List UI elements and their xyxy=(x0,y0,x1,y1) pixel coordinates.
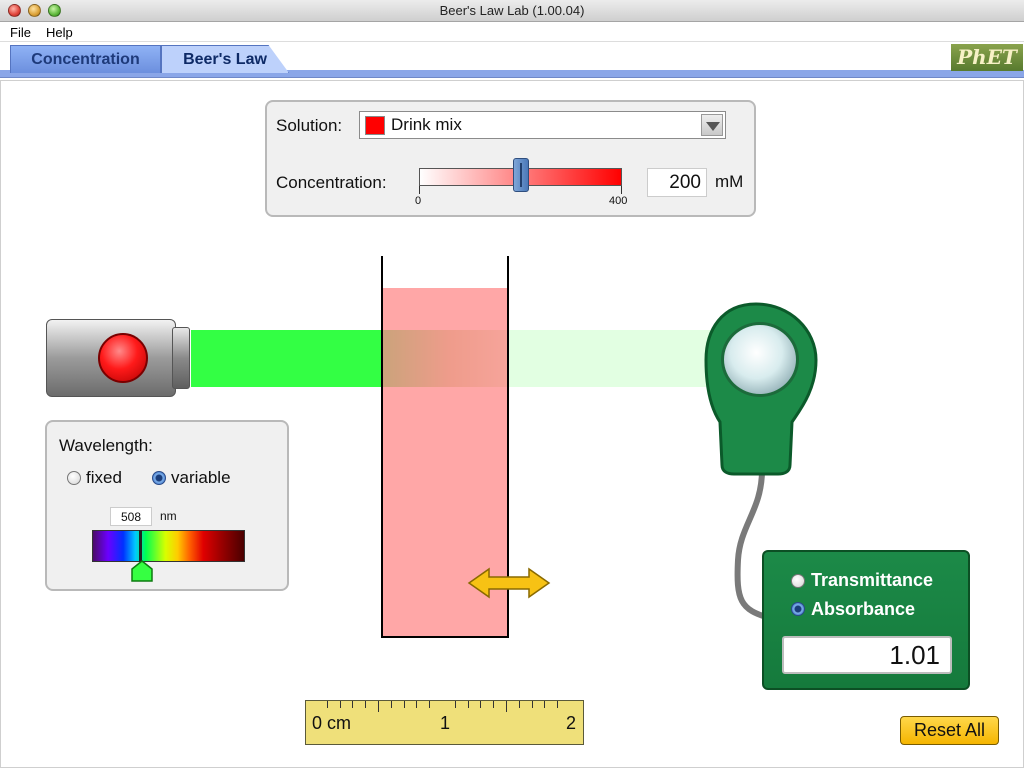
radio-absorbance[interactable] xyxy=(791,602,805,616)
fixed-label[interactable]: fixed xyxy=(86,468,122,488)
window-title-bar: Beer's Law Lab (1.00.04) xyxy=(0,0,1024,22)
wavelength-title: Wavelength: xyxy=(59,436,153,455)
light-source-nozzle xyxy=(172,327,190,389)
ruler-tick xyxy=(352,701,354,708)
ruler-label-2: 2 xyxy=(566,713,577,733)
meter-panel: Transmittance Absorbance 1.01 xyxy=(762,550,970,690)
ruler-tick xyxy=(480,701,482,708)
transmittance-label[interactable]: Transmittance xyxy=(811,570,933,591)
solution-label: Solution: xyxy=(276,116,343,135)
ruler-tick xyxy=(378,701,379,712)
wavelength-value-field[interactable]: 508 xyxy=(110,507,152,526)
light-on-button[interactable] xyxy=(98,333,148,383)
cuvette-width-drag-arrow-icon[interactable] xyxy=(467,567,551,599)
ruler-tick xyxy=(467,701,469,708)
concentration-label: Concentration: xyxy=(276,173,387,192)
variable-label[interactable]: variable xyxy=(171,468,231,488)
cuvette-bottom xyxy=(381,636,509,638)
ruler-tick xyxy=(557,701,559,708)
meter-readout: 1.01 xyxy=(782,636,952,674)
absorbance-label[interactable]: Absorbance xyxy=(811,599,915,620)
ruler[interactable]: 0 cm 1 2 xyxy=(305,700,584,745)
wavelength-spectrum-slider[interactable] xyxy=(92,530,245,562)
ruler-tick xyxy=(390,701,392,708)
ruler-tick xyxy=(339,701,341,708)
reset-all-button[interactable]: Reset All xyxy=(900,716,999,745)
concentration-units: mM xyxy=(715,172,744,191)
ruler-tick xyxy=(518,701,520,708)
ruler-tick xyxy=(326,701,328,708)
ruler-label-1: 1 xyxy=(440,713,451,733)
slider-max-label: 400 xyxy=(609,195,628,207)
light-source xyxy=(46,319,192,397)
menu-file[interactable]: File xyxy=(10,25,31,40)
ruler-tick xyxy=(493,701,495,708)
solution-dropdown[interactable]: Drink mix xyxy=(359,111,726,139)
light-beam-incident xyxy=(191,330,381,387)
ruler-tick xyxy=(403,701,405,708)
window-title: Beer's Law Lab (1.00.04) xyxy=(439,3,585,18)
phet-logo[interactable]: PhET xyxy=(951,44,1023,71)
ruler-tick xyxy=(416,701,418,708)
wavelength-control-panel: Wavelength: fixed variable 508 nm xyxy=(45,420,289,591)
detector-lens xyxy=(721,322,799,397)
wavelength-slider-thumb[interactable] xyxy=(131,560,153,582)
concentration-slider-thumb[interactable] xyxy=(512,158,529,192)
cuvette-left-wall xyxy=(381,256,383,638)
wavelength-units: nm xyxy=(160,509,177,523)
ruler-tick xyxy=(506,701,507,712)
slider-min-label: 0 xyxy=(415,195,422,207)
solution-control-panel: Solution: Drink mix Concentration: 0 400… xyxy=(265,100,756,217)
tab-concentration[interactable]: Concentration xyxy=(10,45,161,73)
radio-transmittance[interactable] xyxy=(791,574,805,588)
wavelength-cursor xyxy=(139,530,142,562)
radio-fixed[interactable] xyxy=(67,471,81,485)
ruler-label-0: 0 cm xyxy=(312,713,352,733)
chevron-down-icon[interactable] xyxy=(701,114,723,136)
radio-variable[interactable] xyxy=(152,471,166,485)
ruler-tick xyxy=(454,701,456,708)
solution-selected-value: Drink mix xyxy=(391,115,462,134)
ruler-tick xyxy=(429,701,431,708)
tab-bar: Concentration Beer's Law xyxy=(0,43,1024,80)
slider-tick-min xyxy=(419,186,420,194)
menu-help[interactable]: Help xyxy=(46,25,73,40)
slider-tick-max xyxy=(621,186,622,194)
ruler-tick xyxy=(544,701,546,708)
ruler-tick xyxy=(531,701,533,708)
menu-bar: File Help xyxy=(0,22,1024,42)
concentration-value-field[interactable]: 200 xyxy=(647,168,707,197)
ruler-tick xyxy=(365,701,367,708)
tab-beers-law[interactable]: Beer's Law xyxy=(161,45,289,73)
solution-color-swatch xyxy=(365,116,385,135)
